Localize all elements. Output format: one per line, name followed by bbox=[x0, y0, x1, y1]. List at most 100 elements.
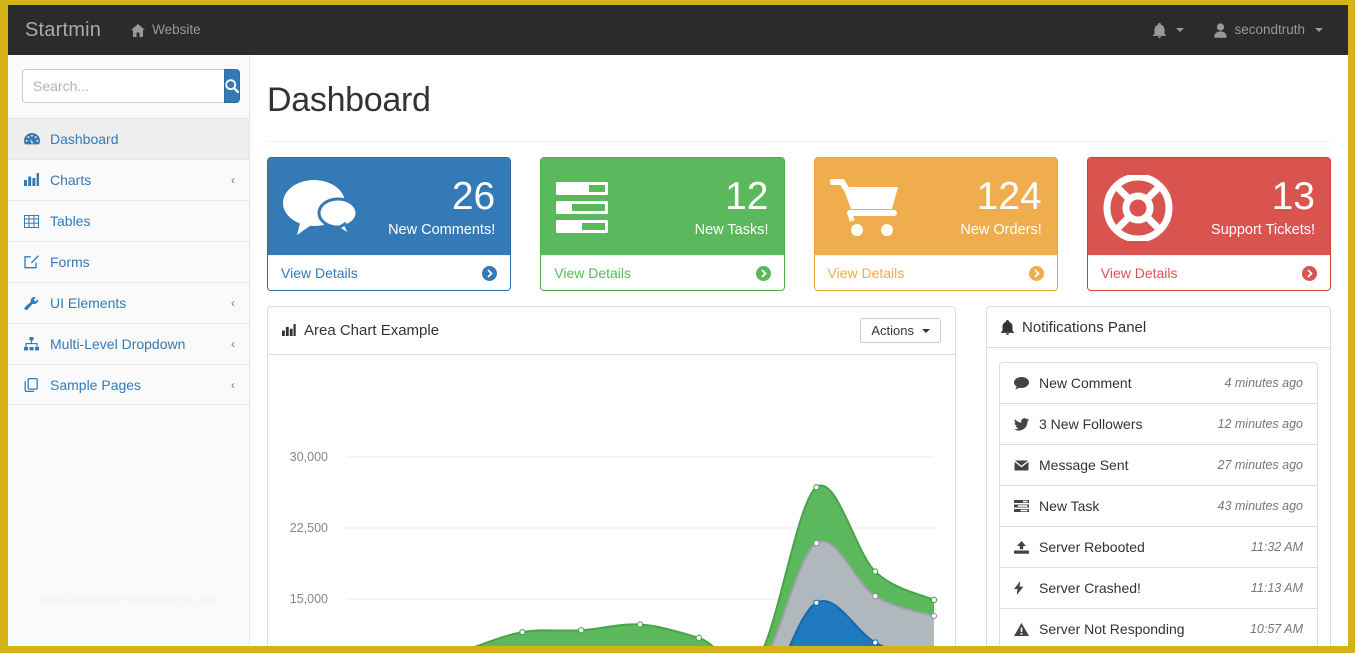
bell-icon bbox=[1001, 319, 1014, 335]
view-details-link[interactable]: View Details bbox=[554, 265, 631, 281]
card-label: New Tasks! bbox=[694, 222, 769, 239]
notification-time: 4 minutes ago bbox=[1224, 376, 1303, 390]
data-point-marker bbox=[519, 628, 526, 636]
view-details-link[interactable]: View Details bbox=[1101, 265, 1178, 281]
chevron-left-icon: ‹ bbox=[231, 337, 235, 351]
caret-down-icon bbox=[1176, 28, 1185, 32]
page-title: Dashboard bbox=[267, 81, 431, 119]
sidebar-label: Tables bbox=[50, 213, 91, 229]
sidebar-label: Sample Pages bbox=[50, 376, 142, 393]
notification-item-new-comment[interactable]: New Comment 4 minutes ago bbox=[999, 362, 1318, 403]
stat-card-new-comments[interactable]: 26 New Comments! View Details bbox=[267, 157, 512, 291]
stat-card-new-tasks[interactable]: 12 New Tasks! View Details bbox=[540, 157, 785, 291]
search-icon bbox=[225, 79, 239, 93]
nav-website-link[interactable]: Website bbox=[116, 5, 216, 55]
upload-icon bbox=[1014, 540, 1033, 554]
alerts-dropdown[interactable] bbox=[1138, 22, 1199, 38]
tachometer-icon bbox=[23, 132, 40, 146]
notification-time: 27 minutes ago bbox=[1217, 458, 1303, 472]
chart-actions-button[interactable]: Actions bbox=[860, 318, 941, 343]
wrench-icon bbox=[23, 296, 40, 310]
edit-icon bbox=[23, 255, 40, 269]
data-point-marker bbox=[813, 539, 820, 547]
sidebar-item-tables[interactable]: Tables bbox=[8, 200, 249, 241]
notifications-panel: Notifications Panel New Comment 4 minute… bbox=[986, 306, 1331, 646]
card-footer[interactable]: View Details bbox=[1087, 255, 1330, 290]
arrow-circle-right-icon bbox=[1302, 265, 1317, 281]
sidebar-item-charts[interactable]: Charts ‹ bbox=[8, 159, 249, 200]
home-icon bbox=[131, 23, 146, 37]
sidebar-item-multi-level-dropdown[interactable]: Multi-Level Dropdown ‹ bbox=[8, 323, 249, 364]
card-footer[interactable]: View Details bbox=[814, 255, 1057, 290]
warning-icon bbox=[1014, 622, 1033, 636]
title-divider bbox=[267, 141, 1331, 142]
view-details-link[interactable]: View Details bbox=[281, 265, 358, 281]
notification-label: New Task bbox=[1039, 498, 1100, 514]
data-point-marker bbox=[872, 639, 879, 646]
sidebar-item-dashboard[interactable]: Dashboard bbox=[8, 118, 249, 159]
life-ring-icon bbox=[1103, 175, 1173, 241]
y-axis-tick-label: 15,000 bbox=[290, 592, 328, 606]
sidebar-label: Forms bbox=[50, 254, 90, 270]
caret-down-icon bbox=[1315, 28, 1323, 32]
tasks-icon bbox=[556, 177, 626, 239]
comments-icon bbox=[283, 177, 357, 239]
bar-chart-icon bbox=[282, 324, 296, 337]
sidebar-label: Multi-Level Dropdown bbox=[50, 336, 186, 352]
notification-item-server-crashed[interactable]: Server Crashed! 11:13 AM bbox=[999, 567, 1318, 608]
y-axis-tick-label: 30,000 bbox=[290, 450, 328, 464]
brand-logo[interactable]: Startmin bbox=[8, 5, 116, 55]
area-chart-svg: 7,50015,00022,50030,000 bbox=[290, 450, 938, 646]
notification-time: 12 minutes ago bbox=[1217, 417, 1303, 431]
notification-item-message-sent[interactable]: Message Sent 27 minutes ago bbox=[999, 444, 1318, 485]
notifications-panel-heading: Notifications Panel bbox=[987, 307, 1330, 348]
main-content: Dashboard 26 New Comments! View Details … bbox=[250, 55, 1348, 646]
notification-label: New Comment bbox=[1039, 375, 1132, 391]
chevron-left-icon: ‹ bbox=[231, 296, 235, 310]
shopping-cart-icon bbox=[829, 177, 908, 239]
files-icon bbox=[23, 377, 40, 392]
twitter-icon bbox=[1014, 417, 1033, 431]
sidebar-item-ui-elements[interactable]: UI Elements ‹ bbox=[8, 282, 249, 323]
stat-card-new-orders[interactable]: 124 New Orders! View Details bbox=[813, 157, 1058, 291]
card-body: 13 Support Tickets! bbox=[1087, 158, 1330, 255]
notification-item-server-not-responding[interactable]: Server Not Responding 10:57 AM bbox=[999, 608, 1318, 646]
area-chart-canvas[interactable]: 7,50015,00022,50030,000 bbox=[268, 355, 955, 646]
card-footer[interactable]: View Details bbox=[268, 255, 511, 290]
sidebar-label: Dashboard bbox=[50, 131, 119, 147]
notification-label: Server Not Responding bbox=[1039, 621, 1185, 637]
search-button[interactable] bbox=[224, 69, 240, 103]
sidebar-item-forms[interactable]: Forms bbox=[8, 241, 249, 282]
navbar-right-group: secondtruth bbox=[1138, 5, 1338, 55]
notification-label: Server Rebooted bbox=[1039, 539, 1145, 555]
card-label: New Orders! bbox=[960, 222, 1042, 239]
comment-icon bbox=[1014, 376, 1033, 390]
stat-card-support-tickets[interactable]: 13 Support Tickets! View Details bbox=[1086, 157, 1331, 291]
card-value: 12 bbox=[725, 175, 769, 219]
chart-panel-title-label: Area Chart Example bbox=[304, 322, 440, 339]
notification-item-new-followers[interactable]: 3 New Followers 12 minutes ago bbox=[999, 403, 1318, 444]
notification-time: 11:32 AM bbox=[1250, 540, 1303, 554]
view-details-link[interactable]: View Details bbox=[828, 265, 905, 281]
notification-item-server-rebooted[interactable]: Server Rebooted 11:32 AM bbox=[999, 526, 1318, 567]
notification-label: Server Crashed! bbox=[1039, 580, 1141, 596]
card-body: 12 New Tasks! bbox=[541, 158, 784, 255]
app-frame: Startmin Website secondtruth Search... D… bbox=[8, 5, 1348, 646]
user-dropdown[interactable]: secondtruth bbox=[1199, 5, 1338, 55]
card-value: 124 bbox=[976, 175, 1042, 219]
notification-label: 3 New Followers bbox=[1039, 416, 1143, 432]
card-values: 26 New Comments! bbox=[357, 176, 496, 239]
sidebar-item-sample-pages[interactable]: Sample Pages ‹ bbox=[8, 364, 249, 405]
data-point-marker bbox=[930, 612, 938, 620]
card-label: Support Tickets! bbox=[1211, 222, 1315, 239]
card-label: New Comments! bbox=[388, 222, 496, 239]
arrow-circle-right-icon bbox=[482, 265, 498, 281]
card-values: 13 Support Tickets! bbox=[1173, 176, 1315, 239]
area-chart-panel: Area Chart Example Actions 7,50015,00022… bbox=[267, 306, 956, 646]
notification-item-new-task[interactable]: New Task 43 minutes ago bbox=[999, 485, 1318, 526]
envelope-icon bbox=[1014, 459, 1033, 471]
card-footer[interactable]: View Details bbox=[541, 255, 784, 290]
search-input[interactable] bbox=[22, 69, 224, 103]
chart-panel-title: Area Chart Example bbox=[282, 322, 439, 339]
caret-down-icon bbox=[922, 328, 930, 333]
